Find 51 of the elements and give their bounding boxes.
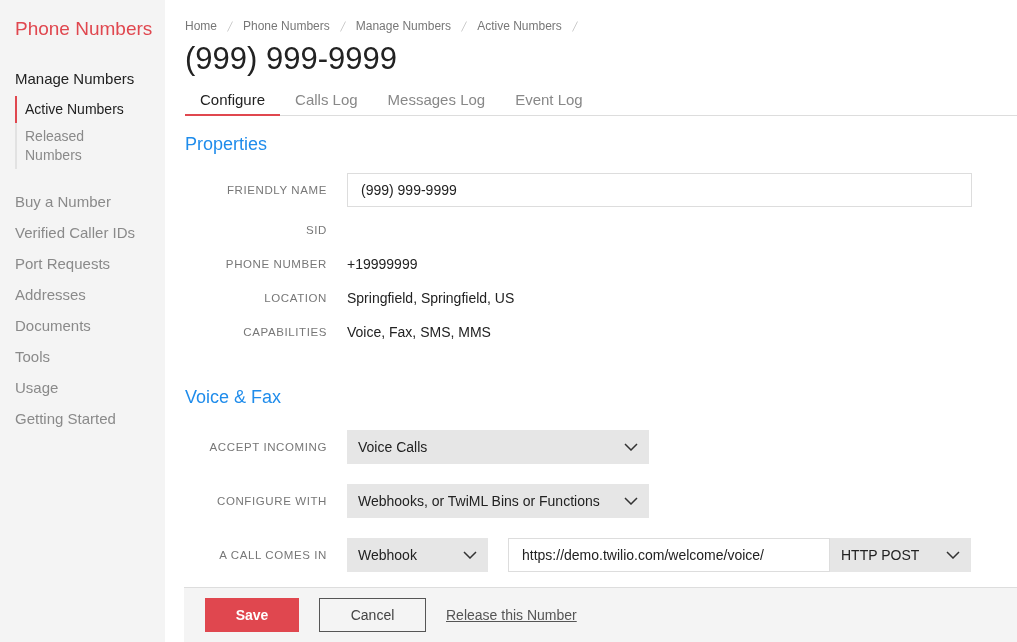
tab[interactable]: Messages Log [372, 91, 501, 116]
chevron-down-icon [624, 497, 638, 505]
input-field[interactable]: (999) 999-9999 [347, 173, 972, 207]
cancel-button[interactable]: Cancel [319, 598, 426, 632]
tab[interactable]: Event Log [500, 91, 598, 116]
sidebar-subitem[interactable]: Released Numbers [15, 123, 143, 169]
sidebar-item[interactable]: Tools [15, 348, 165, 365]
field-value: +19999999 [347, 256, 418, 272]
section-heading: Voice & Fax [185, 387, 283, 408]
dropdown-select[interactable]: Voice Calls [347, 430, 649, 464]
sidebar-item[interactable]: Buy a Number [15, 193, 165, 210]
field-label: PHONE NUMBER [224, 258, 327, 270]
sidebar-item[interactable]: Verified Caller IDs [15, 224, 165, 241]
breadcrumb-link[interactable]: Phone Numbers [243, 19, 330, 33]
slash-separator-icon [339, 20, 346, 32]
field-value: Voice, Fax, SMS, MMS [347, 324, 491, 340]
field-label: CONFIGURE WITH [216, 495, 327, 507]
field-value: Springfield, Springfield, US [347, 290, 515, 306]
field-label: FRIENDLY NAME [225, 184, 327, 196]
dropdown-select[interactable]: Webhook [347, 538, 488, 572]
sidebar-item[interactable]: Port Requests [15, 255, 165, 272]
slash-separator-icon [571, 20, 578, 32]
dropdown-select[interactable]: HTTP POST [830, 538, 971, 572]
sidebar-item[interactable]: Usage [15, 379, 165, 396]
field-label: CAPABILITIES [242, 326, 327, 338]
save-button[interactable]: Save [205, 598, 299, 632]
page-title: (999) 999-9999 [185, 41, 398, 77]
section-heading: Properties [185, 134, 269, 155]
chevron-down-icon [946, 551, 960, 559]
slash-separator-icon [227, 20, 233, 32]
release-number-link[interactable]: Release this Number [446, 607, 577, 623]
breadcrumb-link[interactable]: Active Numbers [477, 19, 562, 33]
sidebar-item[interactable]: Manage Numbers [15, 70, 165, 87]
slash-separator-icon [461, 20, 468, 32]
field-label: LOCATION [263, 292, 327, 304]
breadcrumb-link[interactable]: Home [185, 19, 217, 33]
input-field[interactable]: https://demo.twilio.com/welcome/voice/ [508, 538, 830, 572]
sidebar-item[interactable]: Addresses [15, 286, 165, 303]
tab[interactable]: Configure [185, 91, 281, 116]
breadcrumb-link[interactable]: Manage Numbers [355, 19, 452, 33]
sidebar-title: Phone Numbers [15, 18, 154, 40]
chevron-down-icon [624, 443, 638, 451]
field-label: SID [305, 224, 327, 236]
field-label: ACCEPT INCOMING [208, 441, 327, 453]
tab[interactable]: Calls Log [280, 91, 373, 116]
field-label: A CALL COMES IN [218, 549, 327, 561]
dropdown-select[interactable]: Webhooks, or TwiML Bins or Functions [347, 484, 649, 518]
chevron-down-icon [463, 551, 477, 559]
sidebar-subitem[interactable]: Active Numbers [15, 96, 143, 123]
sidebar-item[interactable]: Getting Started [15, 410, 165, 427]
sidebar-item[interactable]: Documents [15, 317, 165, 334]
